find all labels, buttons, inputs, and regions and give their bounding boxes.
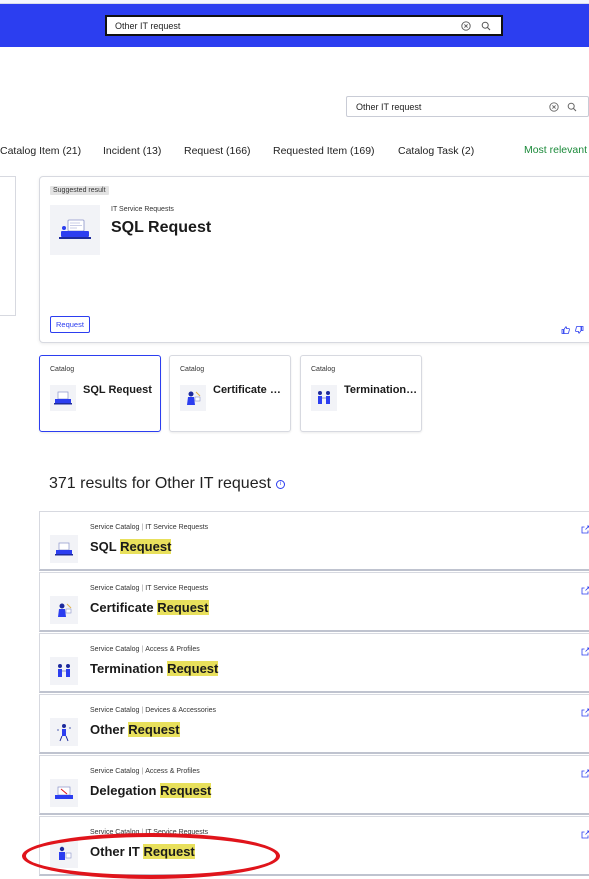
- results-count-text: 371 results for Other IT request: [49, 475, 272, 492]
- sql-item-image: [50, 205, 100, 255]
- external-link-icon[interactable]: [581, 586, 589, 595]
- suggested-result-badge: Suggested result: [50, 186, 109, 195]
- result-breadcrumb: Service Catalog | IT Service Requests: [90, 524, 209, 531]
- external-link-icon[interactable]: [581, 708, 589, 717]
- header-search-input[interactable]: Other IT request: [105, 15, 503, 36]
- result-source: Service Catalog: [90, 707, 140, 714]
- search-icon[interactable]: [565, 100, 579, 114]
- result-category: Access & Profiles: [145, 768, 200, 775]
- result-item-certificate[interactable]: Service Catalog | IT Service Requests Cert…: [39, 572, 589, 632]
- request-button[interactable]: Request: [50, 316, 90, 333]
- result-title[interactable]: Other Request: [90, 722, 180, 737]
- card-category: Catalog: [311, 366, 336, 373]
- tab-catalog-item[interactable]: Catalog Item (21): [0, 145, 81, 157]
- portal-header: Other IT request: [0, 4, 589, 47]
- result-item-delegation[interactable]: Service Catalog | Access & Profiles Delega…: [39, 755, 589, 815]
- sql-item-image: [50, 385, 76, 411]
- card-category: Catalog: [50, 366, 75, 373]
- certificate-item-image: [50, 596, 78, 624]
- result-source: Service Catalog: [90, 768, 140, 775]
- result-title-text: Delegation: [90, 783, 157, 798]
- result-source: Service Catalog: [90, 585, 140, 592]
- tab-catalog-task[interactable]: Catalog Task (2): [398, 145, 474, 157]
- result-item-other[interactable]: Service Catalog | Devices & Accessories Ot…: [39, 694, 589, 754]
- suggested-result-category: IT Service Requests: [111, 206, 174, 213]
- clear-icon[interactable]: [459, 19, 473, 33]
- external-link-icon[interactable]: [581, 525, 589, 534]
- tab-incident[interactable]: Incident (13): [103, 145, 161, 157]
- termination-item-image: [311, 385, 337, 411]
- thumbs-down-icon[interactable]: [575, 321, 584, 339]
- results-search-value[interactable]: Other IT request: [356, 102, 543, 112]
- result-category: Access & Profiles: [145, 646, 200, 653]
- result-breadcrumb: Service Catalog | Access & Profiles: [90, 646, 200, 653]
- result-title-text: Other: [90, 722, 125, 737]
- card-title: SQL Request: [83, 384, 152, 396]
- result-item-termination[interactable]: Service Catalog | Access & Profiles Termin…: [39, 633, 589, 693]
- header-search-value[interactable]: Other IT request: [115, 21, 453, 31]
- result-breadcrumb: Service Catalog | Access & Profiles: [90, 768, 200, 775]
- suggested-result-card[interactable]: Suggested result IT Service Requests SQL…: [39, 176, 589, 343]
- info-icon[interactable]: i: [276, 479, 286, 489]
- sql-item-image: [50, 535, 78, 563]
- search-term-highlight: Request: [128, 722, 180, 737]
- annotation-ellipse: [22, 833, 280, 879]
- delegation-item-image: [50, 779, 78, 807]
- result-category: IT Service Requests: [145, 524, 209, 531]
- catalog-card-sql[interactable]: Catalog SQL Request: [39, 355, 161, 432]
- result-title[interactable]: Certificate Request: [90, 600, 209, 615]
- external-link-icon[interactable]: [581, 647, 589, 656]
- thumbs-up-icon[interactable]: [561, 321, 570, 339]
- result-title[interactable]: Termination Request: [90, 661, 219, 676]
- result-title[interactable]: Delegation Request: [90, 783, 212, 798]
- result-source: Service Catalog: [90, 646, 140, 653]
- result-title-text: Termination: [90, 661, 164, 676]
- card-title: Termination Request: [344, 384, 418, 396]
- catalog-card-termination[interactable]: Catalog Termination Request: [300, 355, 422, 432]
- result-title-text: SQL: [90, 539, 117, 554]
- result-source: Service Catalog: [90, 524, 140, 531]
- search-term-highlight: Request: [167, 661, 219, 676]
- filter-panel: [0, 176, 16, 316]
- clear-icon[interactable]: [547, 100, 561, 114]
- sort-dropdown[interactable]: Most relevant: [524, 144, 587, 156]
- result-category: IT Service Requests: [145, 585, 209, 592]
- results-count: 371 results for Other IT request i: [49, 475, 286, 493]
- search-term-highlight: Request: [157, 600, 209, 615]
- feedback-controls: [561, 321, 584, 339]
- external-link-icon[interactable]: [581, 769, 589, 778]
- card-category: Catalog: [180, 366, 205, 373]
- result-breadcrumb: Service Catalog | IT Service Requests: [90, 585, 209, 592]
- certificate-item-image: [180, 385, 206, 411]
- results-search-input[interactable]: Other IT request: [346, 96, 589, 117]
- result-breadcrumb: Service Catalog | Devices & Accessories: [90, 707, 217, 714]
- search-icon[interactable]: [479, 19, 493, 33]
- external-link-icon[interactable]: [581, 830, 589, 839]
- card-title: Certificate Request: [213, 384, 287, 396]
- result-item-sql[interactable]: Service Catalog | IT Service Requests SQL …: [39, 511, 589, 571]
- tab-requested-item[interactable]: Requested Item (169): [273, 145, 375, 157]
- result-category: Devices & Accessories: [145, 707, 217, 714]
- result-title[interactable]: SQL Request: [90, 539, 172, 554]
- termination-item-image: [50, 657, 78, 685]
- catalog-card-certificate[interactable]: Catalog Certificate Request: [169, 355, 291, 432]
- search-term-highlight: Request: [120, 539, 172, 554]
- suggested-result-title[interactable]: SQL Request: [111, 219, 211, 237]
- result-type-tabs: Catalog Item (21) Incident (13) Request …: [0, 140, 589, 164]
- result-title-text: Certificate: [90, 600, 154, 615]
- tab-request[interactable]: Request (166): [184, 145, 251, 157]
- other-item-image: [50, 718, 78, 746]
- search-term-highlight: Request: [160, 783, 212, 798]
